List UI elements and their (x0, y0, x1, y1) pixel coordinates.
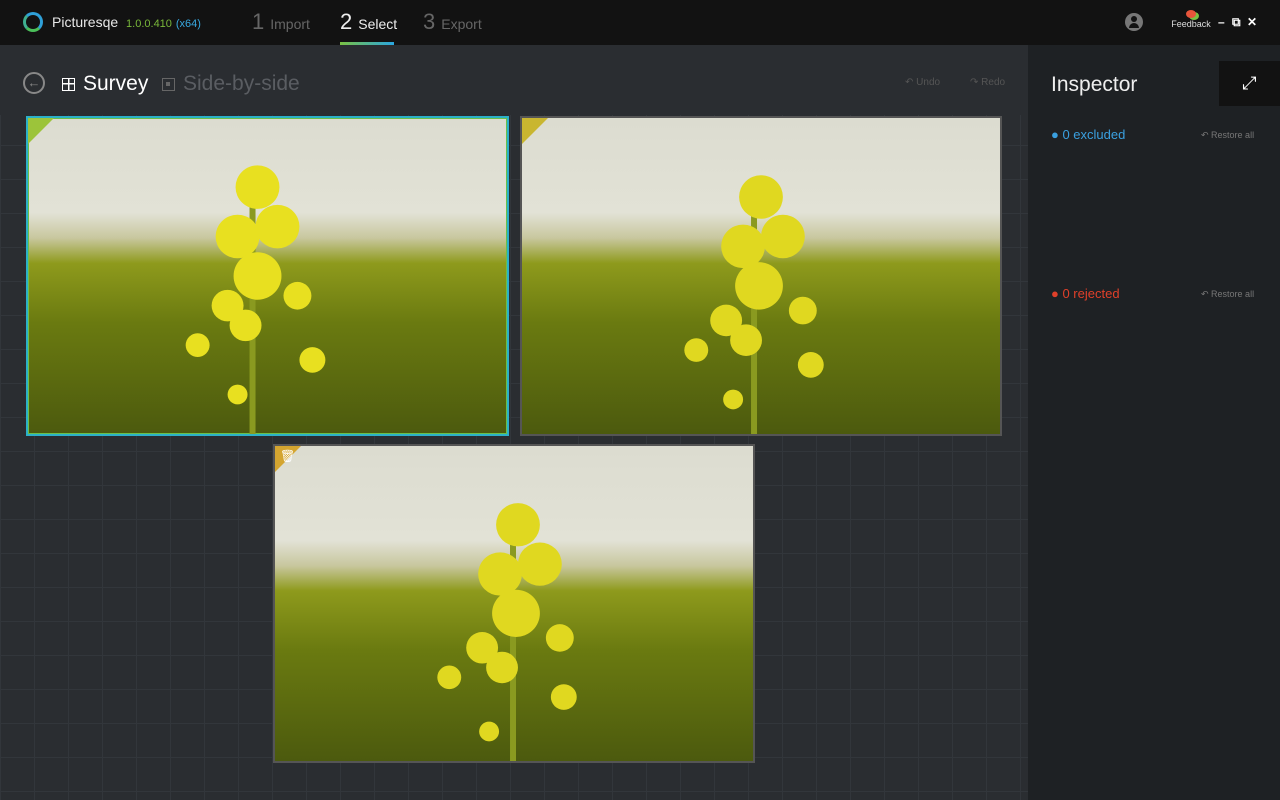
step-select[interactable]: 2 Select (340, 9, 397, 35)
feedback-label: Feedback (1171, 19, 1211, 29)
user-account-icon[interactable] (1125, 13, 1143, 31)
flower-image (684, 175, 824, 434)
photo-canvas: ← Survey Side-by-side ↶ Undo ↷ Redo 🗑 (0, 45, 1028, 800)
step-export[interactable]: 3 Export (423, 9, 482, 35)
restore-all-label: Restore all (1211, 130, 1255, 140)
trash-icon: 🗑 (280, 449, 296, 463)
side-by-side-icon (162, 77, 175, 91)
undo-button[interactable]: ↶ Undo (905, 77, 940, 88)
step-label: Export (441, 16, 482, 32)
selected-corner-flag (28, 118, 54, 144)
photo-tile-rejected[interactable]: 🗑 (273, 444, 755, 763)
photo-tile-selected[interactable] (26, 116, 509, 436)
back-button[interactable]: ← (23, 72, 45, 94)
app-logo-icon (23, 12, 43, 32)
grid-icon (62, 77, 75, 91)
inspector-title: Inspector (1051, 73, 1138, 96)
restore-all-label: Restore all (1211, 289, 1255, 299)
excluded-label: 0 excluded (1062, 127, 1126, 142)
photo-tile[interactable] (520, 116, 1002, 436)
feedback-button[interactable]: Feedback (1171, 10, 1211, 29)
step-import[interactable]: 1 Import (252, 9, 310, 35)
view-toolbar: ← Survey Side-by-side ↶ Undo ↷ Redo (0, 45, 1028, 115)
excluded-count: ● 0 excluded (1051, 127, 1126, 142)
title-bar: Picturesqe 1.0.0.410 (x64) 1 Import 2 Sele… (0, 0, 1280, 45)
restore-excluded-button[interactable]: ↶ Restore all (1201, 130, 1254, 141)
app-version: 1.0.0.410 (126, 18, 172, 30)
step-label: Select (358, 16, 398, 32)
app-name: Picturesqe (52, 14, 119, 30)
step-number: 2 (340, 9, 353, 34)
candidate-corner-flag (522, 118, 548, 144)
side-by-side-mode-button[interactable]: Side-by-side (162, 72, 300, 96)
flower-image (185, 165, 326, 434)
rejected-label: 0 rejected (1062, 286, 1120, 301)
app-arch: (x64) (175, 18, 201, 30)
rejected-count: ● 0 rejected (1051, 286, 1120, 301)
survey-mode-button[interactable]: Survey (62, 72, 148, 96)
side-by-side-label: Side-by-side (183, 72, 300, 95)
expand-button[interactable]: ⤢ (1219, 61, 1280, 106)
step-number: 1 (252, 9, 265, 34)
redo-button[interactable]: ↷ Redo (970, 77, 1005, 88)
app-title: Picturesqe 1.0.0.410 (x64) (52, 14, 201, 30)
minimize-button[interactable]: – (1218, 15, 1225, 29)
feedback-icon (1186, 10, 1196, 18)
close-button[interactable]: ✕ (1247, 15, 1257, 29)
step-label: Import (270, 16, 310, 32)
survey-label: Survey (83, 72, 149, 95)
inspector-panel: Inspector ⤢ ● 0 excluded ↶ Restore all ●… (1028, 45, 1280, 800)
flower-image (437, 503, 577, 761)
restore-rejected-button[interactable]: ↶ Restore all (1201, 289, 1254, 300)
restore-button[interactable]: ⧉ (1232, 15, 1241, 30)
step-number: 3 (423, 9, 436, 34)
